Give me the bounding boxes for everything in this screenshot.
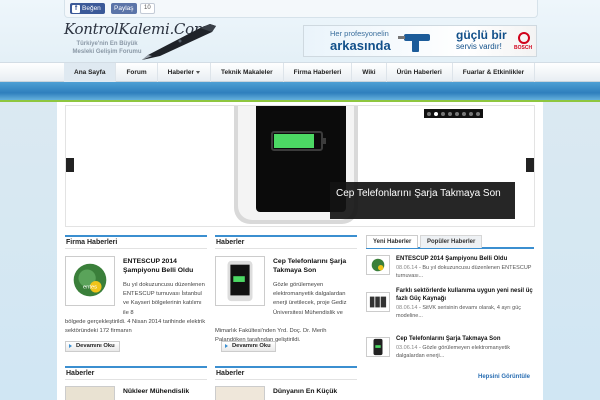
- article-excerpt: Gözle görülemeyen elektromanyetik dalgal…: [273, 282, 347, 316]
- article-title[interactable]: Dünyanın En Küçük: [273, 387, 357, 396]
- entescup-thumbnail: [366, 255, 390, 275]
- slider-dot[interactable]: [455, 111, 459, 116]
- list-item-title[interactable]: ENTESCUP 2014 Şampiyonu Belli Oldu: [396, 255, 534, 263]
- nav-item-haberler[interactable]: Haberler: [158, 63, 212, 82]
- news-tabs-widget: Yeni Haberler Popüler Haberler ENTESCUP …: [366, 235, 534, 400]
- bosch-ring-icon: [518, 32, 530, 44]
- svg-text:entes: entes: [83, 285, 97, 291]
- list-item-date: 08.06.14: [396, 265, 418, 271]
- article-excerpt-cont: bölgede gerçekleştirildi. 4 Nisan 2014 t…: [65, 319, 206, 335]
- list-item-date: 03.06.14: [396, 345, 418, 351]
- list-item[interactable]: Farklı sektörlerde kullanıma uygun yeni …: [366, 287, 534, 325]
- tab-yeni-haberler[interactable]: Yeni Haberler: [366, 235, 419, 248]
- social-bar: f Beğen Paylaş 10: [64, 0, 538, 18]
- nav-item-firma-haberleri[interactable]: Firma Haberleri: [284, 63, 353, 82]
- voltage-pen-icon: [142, 24, 216, 60]
- list-item-text: Bu yıl dokuzuncusu düzenlenen ENTESCUP t…: [396, 265, 532, 279]
- slider-dot[interactable]: [469, 111, 473, 116]
- bosch-banner-ad[interactable]: Her profesyonelin arkasında güçlü bir se…: [303, 25, 537, 57]
- banner-line-4: servis vardır!: [456, 42, 502, 51]
- slider-dot[interactable]: [448, 111, 452, 116]
- facebook-like-button[interactable]: f Beğen: [70, 3, 105, 14]
- main-navigation: Ana Sayfa Forum Haberler Teknik Makalele…: [0, 62, 600, 82]
- slider-dot[interactable]: [476, 111, 480, 116]
- slider-dot[interactable]: [441, 111, 445, 116]
- decorative-band: [0, 82, 600, 100]
- nav-item-forum[interactable]: Forum: [116, 63, 158, 82]
- list-item-meta: 08.06.14 - Bu yıl dokuzuncusu düzenlenen…: [396, 265, 532, 279]
- entescup-thumbnail[interactable]: entes: [65, 256, 115, 306]
- slider-prev-arrow[interactable]: [66, 158, 74, 172]
- featured-slider[interactable]: Cep Telefonlarını Şarja Takmaya Son: [65, 105, 535, 227]
- facebook-icon: f: [72, 4, 80, 13]
- list-item-date: 08.06.14: [396, 305, 418, 311]
- nav-item-ana-sayfa[interactable]: Ana Sayfa: [64, 63, 117, 82]
- list-item-meta: 08.06.14 - SitVK serisinin devamı olarak…: [396, 305, 522, 319]
- list-item[interactable]: ENTESCUP 2014 Şampiyonu Belli Oldu 08.06…: [366, 255, 534, 281]
- phone-charge-thumbnail[interactable]: [215, 256, 265, 306]
- nav-item-fuarlar-etkinlikler[interactable]: Fuarlar & Etkinlikler: [453, 63, 536, 82]
- bosch-brand: BOSCH: [514, 45, 533, 51]
- nav-item-urun-haberleri[interactable]: Ürün Haberleri: [387, 63, 453, 82]
- slider-dot[interactable]: [427, 111, 431, 116]
- read-more-button[interactable]: Devamını Oku: [221, 341, 276, 352]
- bosch-logo: BOSCH: [514, 32, 534, 52]
- power-supply-thumbnail: [366, 292, 390, 312]
- facebook-share-button[interactable]: Paylaş: [111, 3, 137, 14]
- smallest-thumbnail[interactable]: [215, 386, 265, 400]
- power-tool-icon: [398, 34, 430, 52]
- list-item-meta: 03.06.14 - Gözle görülemeyen elektromany…: [396, 345, 511, 359]
- slider-dot[interactable]: [434, 111, 438, 116]
- slider-dot[interactable]: [462, 111, 466, 116]
- list-item-title[interactable]: Farklı sektörlerde kullanıma uygun yeni …: [396, 287, 534, 303]
- nuclear-thumbnail[interactable]: [65, 386, 115, 400]
- phone-charge-thumbnail: [366, 337, 390, 357]
- banner-line-2: arkasında: [330, 38, 391, 53]
- slider-pagination: [424, 109, 483, 118]
- view-all-link[interactable]: Hepsini Görüntüle: [478, 374, 530, 380]
- section-heading: Haberler: [215, 235, 357, 249]
- tab-populer-haberler[interactable]: Popüler Haberler: [420, 235, 483, 248]
- list-item-title[interactable]: Cep Telefonlarını Şarja Takmaya Son: [396, 335, 534, 343]
- section-heading: Firma Haberleri: [65, 235, 207, 249]
- article-title[interactable]: Cep Telefonlarını Şarja Takmaya Son: [273, 257, 357, 275]
- haberler-box-bottom-left: Haberler Nükleer Mühendislik: [65, 366, 207, 400]
- slider-caption[interactable]: Cep Telefonlarını Şarja Takmaya Son: [330, 182, 515, 219]
- haberler-box: Haberler Cep Telefonlarını Şarja Takmaya…: [215, 235, 357, 357]
- nav-item-wiki[interactable]: Wiki: [352, 63, 387, 82]
- like-label: Beğen: [82, 5, 101, 12]
- nav-item-teknik-makaleler[interactable]: Teknik Makaleler: [211, 63, 284, 82]
- banner-line-3: güçlü bir: [456, 28, 507, 42]
- slider-next-arrow[interactable]: [526, 158, 534, 172]
- share-count: 10: [140, 3, 155, 14]
- article-title[interactable]: ENTESCUP 2014 Şampiyonu Belli Oldu: [123, 257, 207, 275]
- read-more-button[interactable]: Devamını Oku: [65, 341, 120, 352]
- section-heading: Haberler: [65, 366, 207, 380]
- haberler-box-bottom-right: Haberler Dünyanın En Küçük: [215, 366, 357, 400]
- firma-haberleri-box: Firma Haberleri entes ENTESCUP 2014 Şamp…: [65, 235, 207, 357]
- chevron-down-icon: [196, 70, 201, 74]
- article-excerpt: Bu yıl dokuzuncusu düzenlenen ENTESCUP t…: [123, 282, 205, 316]
- banner-line-1: Her profesyonelin: [330, 29, 389, 38]
- site-tagline: Türkiye'nin En Büyük Mesleki Gelişim For…: [72, 41, 142, 55]
- article-title[interactable]: Nükleer Mühendislik: [123, 387, 207, 396]
- section-heading: Haberler: [215, 366, 357, 380]
- list-item[interactable]: Cep Telefonlarını Şarja Takmaya Son 03.0…: [366, 335, 534, 365]
